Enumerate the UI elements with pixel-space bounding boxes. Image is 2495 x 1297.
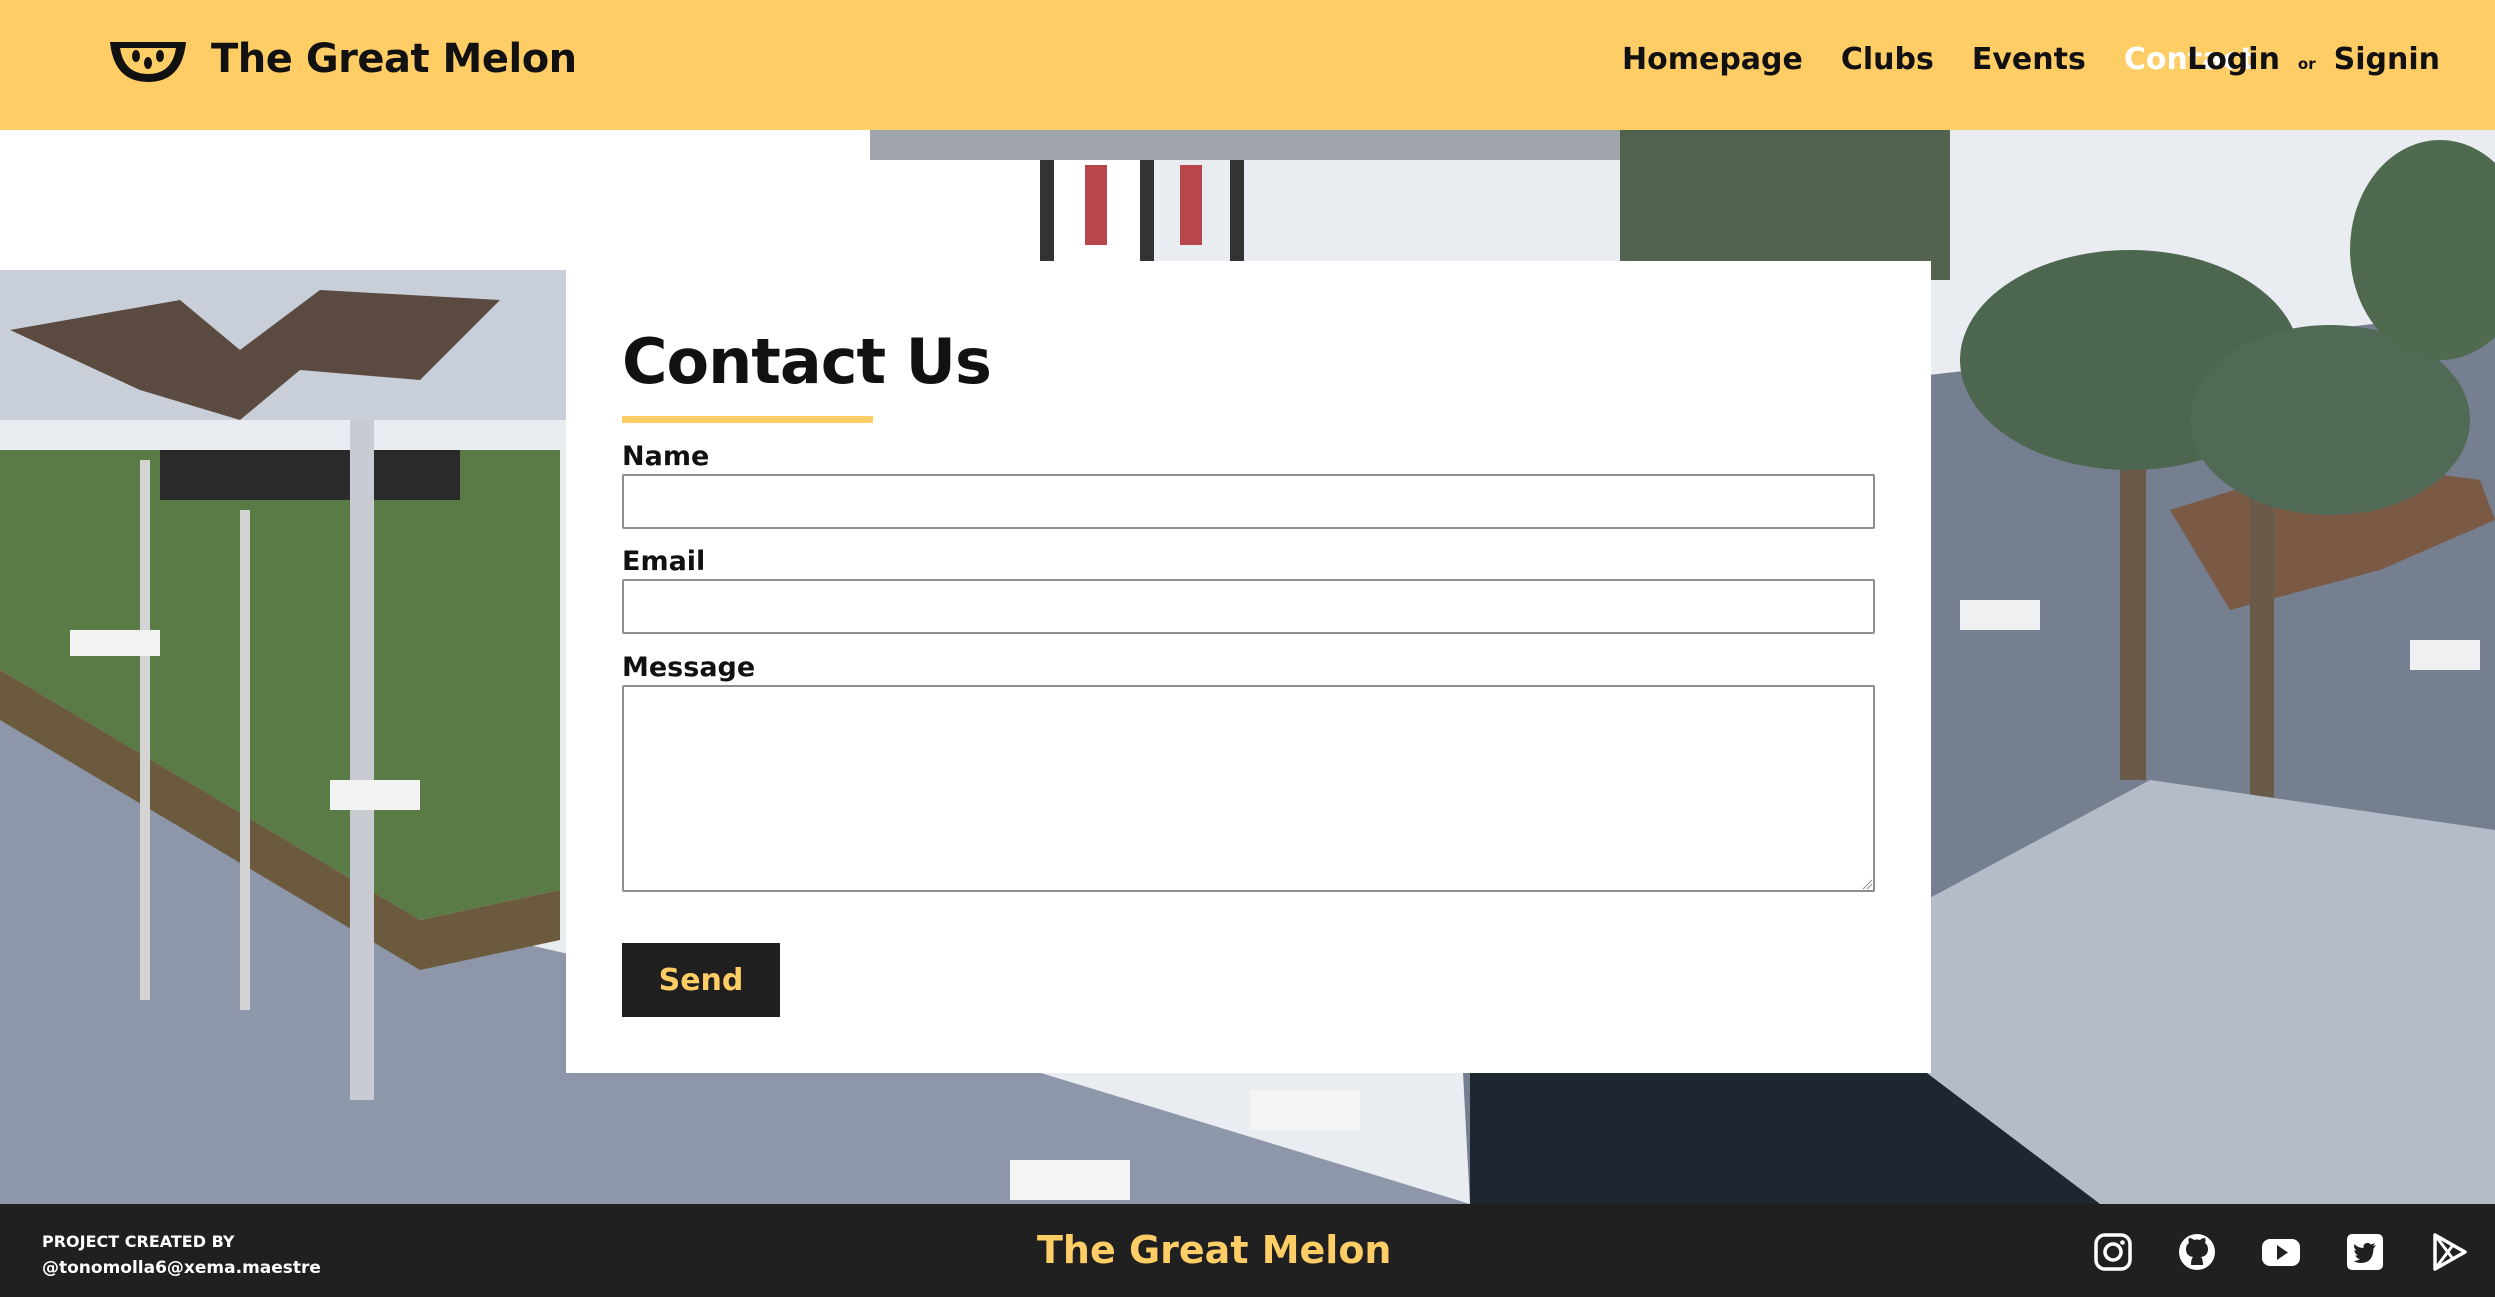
github-icon[interactable] [2177,1232,2217,1272]
contact-card: Contact Us Name Email Message Send [566,261,1931,1073]
credit-block: PROJECT CREATED BY @tonomolla6@xema.maes… [42,1229,321,1281]
signin-link[interactable]: Signin [2334,42,2440,77]
or-separator: or [2297,55,2316,73]
message-field[interactable] [622,685,1875,892]
footer-brand: The Great Melon [1037,1228,1392,1272]
page-title: Contact Us [622,325,992,398]
credit-authors: @tonomolla6@xema.maestre [42,1258,321,1278]
login-link[interactable]: Login [2187,42,2280,77]
email-field[interactable] [622,579,1875,634]
social-links [2049,1232,2469,1272]
name-field[interactable] [622,474,1875,529]
email-label: Email [622,546,706,577]
auth-links: Login or Signin [2187,42,2440,77]
melon-slice-icon[interactable] [108,38,188,86]
title-underline [622,416,873,423]
nav-events[interactable]: Events [1972,42,2086,77]
credit-heading: PROJECT CREATED BY [42,1232,235,1251]
instagram-icon[interactable] [2093,1232,2133,1272]
google-play-icon[interactable] [2429,1232,2469,1272]
nav-homepage[interactable]: Homepage [1622,42,1803,77]
brand-title[interactable]: The Great Melon [211,36,577,82]
site-header: The Great Melon Homepage Clubs Events Co… [0,0,2495,130]
resize-grip-icon[interactable] [1861,878,1873,890]
send-button[interactable]: Send [622,943,780,1017]
name-label: Name [622,441,710,472]
youtube-icon[interactable] [2261,1232,2301,1272]
message-label: Message [622,652,756,683]
nav-clubs[interactable]: Clubs [1841,42,1934,77]
twitter-icon[interactable] [2345,1232,2385,1272]
site-footer: PROJECT CREATED BY @tonomolla6@xema.maes… [0,1204,2495,1297]
